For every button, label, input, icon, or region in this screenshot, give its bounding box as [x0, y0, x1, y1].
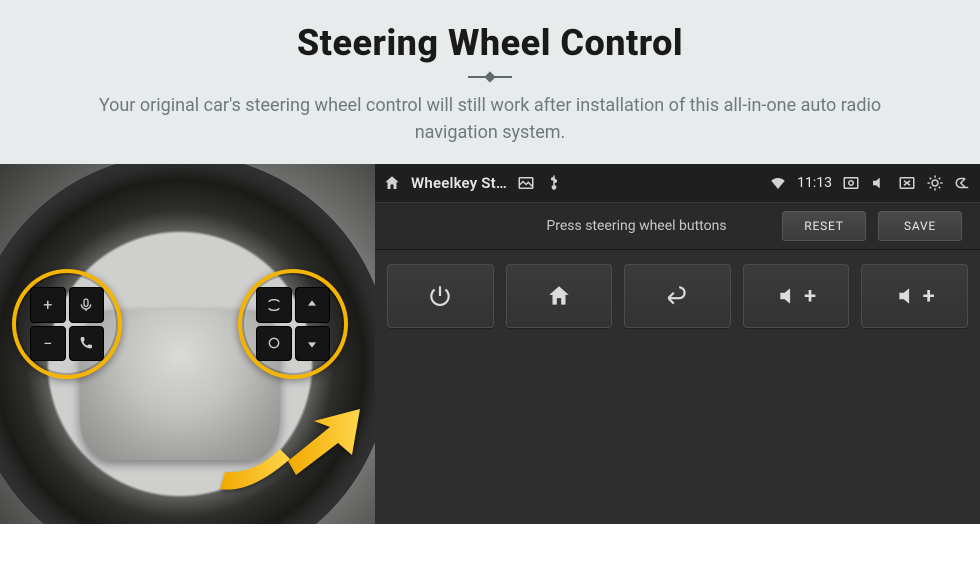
- back-icon[interactable]: [954, 174, 972, 192]
- source-icon: [266, 335, 282, 351]
- key-back[interactable]: [624, 264, 731, 328]
- key-grid: + +: [375, 250, 980, 524]
- wheel-btn-down: [295, 326, 331, 362]
- power-icon: [427, 283, 453, 309]
- close-screen-icon[interactable]: [898, 174, 916, 192]
- status-bar: Wheelkey St… 11:13: [375, 164, 980, 202]
- wheel-btn-up: [295, 287, 331, 323]
- return-icon: [664, 283, 690, 309]
- brightness-icon[interactable]: [926, 174, 944, 192]
- key-volume-up-a[interactable]: +: [743, 264, 850, 328]
- key-volume-up-b[interactable]: +: [861, 264, 968, 328]
- statusbar-app-title: Wheelkey St…: [411, 174, 507, 192]
- wheel-right-cluster-highlight: [238, 269, 348, 379]
- statusbar-time: 11:13: [797, 175, 832, 191]
- mode-icon: [266, 297, 282, 313]
- hero-section: Steering Wheel Control Your original car…: [0, 0, 980, 164]
- key-home[interactable]: [506, 264, 613, 328]
- wheel-btn-phone: [69, 326, 105, 362]
- volume-up-icon: +: [776, 283, 816, 309]
- callout-arrow: [210, 409, 360, 499]
- steering-wheel-photo: + −: [0, 164, 375, 524]
- wheel-btn-mode: [256, 287, 292, 323]
- picture-icon: [517, 174, 535, 192]
- reset-button[interactable]: RESET: [782, 211, 866, 241]
- wheel-btn-source: [256, 326, 292, 362]
- voice-icon: [78, 297, 94, 313]
- usb-icon: [545, 174, 563, 192]
- wheel-btn-voice: [69, 287, 105, 323]
- wifi-icon: [769, 174, 787, 192]
- wheel-btn-plus: +: [30, 287, 66, 323]
- wheel-left-cluster-highlight: + −: [12, 269, 122, 379]
- volume-up-icon: +: [895, 283, 935, 309]
- home-icon[interactable]: [383, 174, 401, 192]
- up-icon: [304, 297, 320, 313]
- content-row: + −: [0, 164, 980, 524]
- toolbar: Press steering wheel buttons RESET SAVE: [375, 202, 980, 250]
- key-power[interactable]: [387, 264, 494, 328]
- instruction-text: Press steering wheel buttons: [393, 218, 770, 234]
- title-divider: [468, 76, 512, 78]
- save-button[interactable]: SAVE: [878, 211, 962, 241]
- wheel-btn-minus: −: [30, 326, 66, 362]
- page-title: Steering Wheel Control: [30, 22, 950, 64]
- mute-icon[interactable]: [870, 174, 888, 192]
- home-icon: [546, 283, 572, 309]
- screenshot-icon[interactable]: [842, 174, 860, 192]
- phone-icon: [78, 335, 94, 351]
- down-icon: [304, 335, 320, 351]
- page-subtitle: Your original car's steering wheel contr…: [60, 92, 920, 146]
- headunit-screen: Wheelkey St… 11:13: [375, 164, 980, 524]
